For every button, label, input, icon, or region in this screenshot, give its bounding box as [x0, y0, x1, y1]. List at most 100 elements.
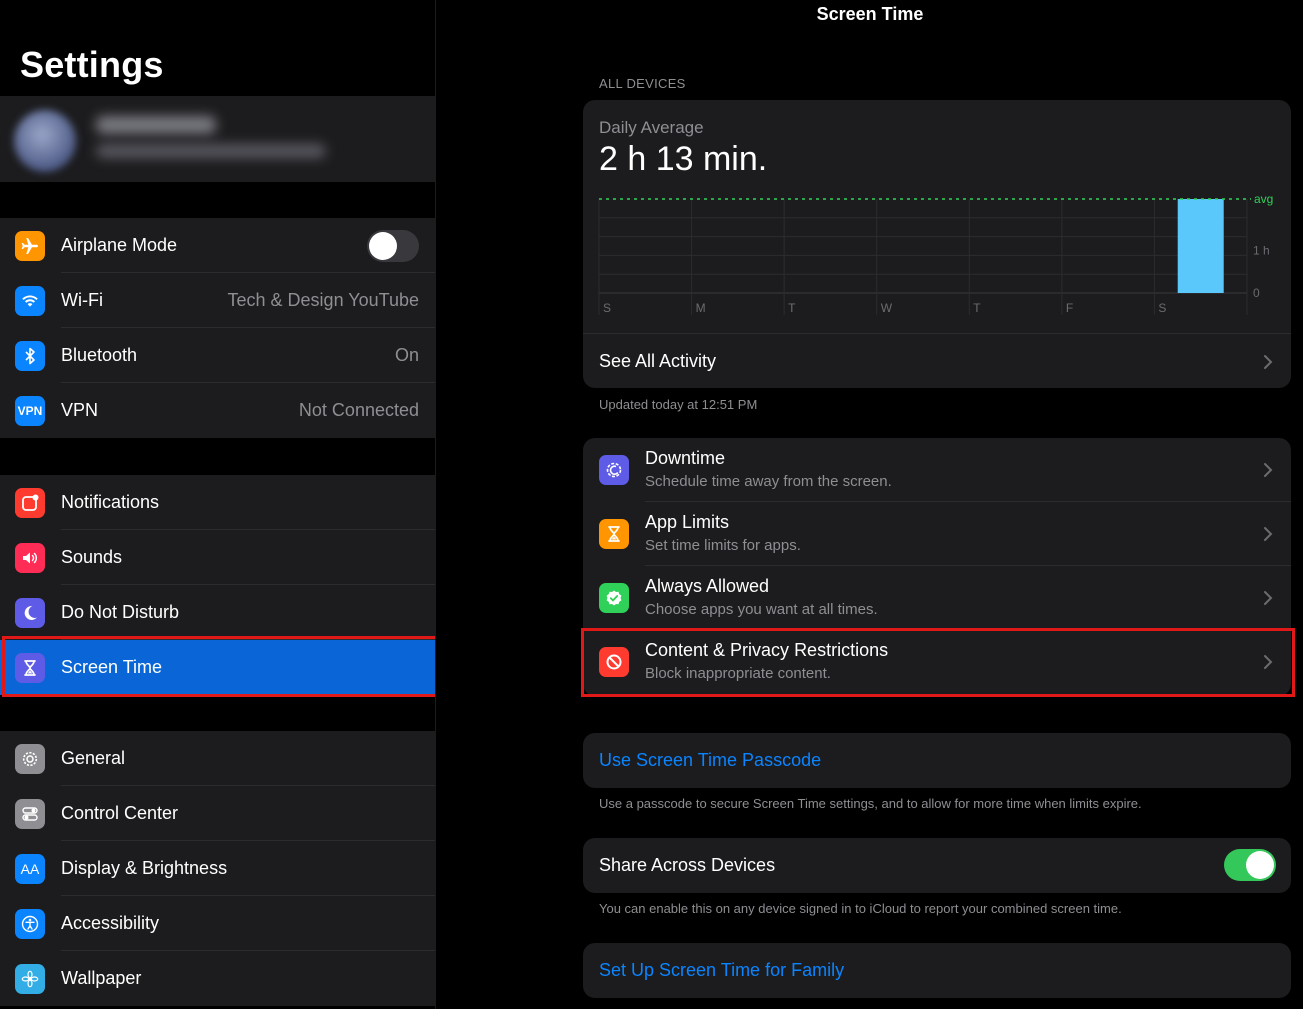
sidebar-item-airplane-mode[interactable]: Airplane Mode [0, 218, 435, 273]
sidebar-item-bluetooth[interactable]: Bluetooth On [0, 328, 435, 383]
share-across-devices-toggle[interactable] [1224, 849, 1276, 881]
option-title: App Limits [645, 512, 730, 532]
passcode-card[interactable]: Use Screen Time Passcode [583, 733, 1291, 788]
airplane-mode-toggle[interactable] [367, 230, 419, 262]
sidebar-item-label: Screen Time [61, 657, 163, 677]
share-across-devices-label: Share Across Devices [599, 855, 776, 875]
sidebar-item-label: Control Center [61, 803, 179, 823]
avatar [14, 110, 76, 172]
option-subtitle: Block inappropriate content. [645, 665, 831, 682]
wifi-network-value: Tech & Design YouTube [227, 290, 419, 310]
chevron-right-icon [1263, 354, 1273, 370]
chart-average-label: avg [1254, 192, 1273, 206]
family-card[interactable]: Set Up Screen Time for Family [583, 943, 1291, 998]
chart-bar [1177, 199, 1224, 293]
screen-time-detail: Screen Time ALL DEVICES Daily Average 2 … [437, 0, 1303, 1009]
chevron-right-icon [1263, 526, 1273, 542]
sidebar-item-label: Sounds [61, 547, 123, 567]
sidebar-item-wifi[interactable]: Wi-Fi Tech & Design YouTube [0, 273, 435, 328]
sidebar-item-display-brightness[interactable]: AA Display & Brightness [0, 841, 435, 896]
apple-id-profile[interactable] [0, 96, 435, 182]
profile-subtitle-blurred [96, 144, 326, 158]
option-title: Always Allowed [645, 576, 770, 596]
chart-x-tick-label: T [788, 301, 796, 315]
sidebar-item-do-not-disturb[interactable]: Do Not Disturb [0, 585, 435, 640]
chart-y-tick-label: 1 h [1253, 244, 1270, 258]
settings-sidebar: Settings Airplane Mode Wi-Fi Tech & Desi… [0, 0, 436, 1009]
sidebar-item-accessibility[interactable]: Accessibility [0, 896, 435, 951]
chart-x-tick-label: S [603, 301, 611, 315]
hourglass-icon [599, 519, 629, 549]
passcode-footnote: Use a passcode to secure Screen Time set… [599, 796, 1142, 811]
no-entry-icon [599, 647, 629, 677]
option-subtitle: Choose apps you want at all times. [645, 601, 878, 618]
use-screen-time-passcode-link[interactable]: Use Screen Time Passcode [599, 733, 821, 788]
chart-x-tick-label: M [696, 301, 706, 315]
option-title: Downtime [645, 448, 726, 468]
option-subtitle: Set time limits for apps. [645, 537, 801, 554]
updated-timestamp: Updated today at 12:51 PM [599, 397, 758, 412]
gear-icon [15, 744, 45, 774]
sidebar-title: Settings [20, 44, 164, 85]
bluetooth-status-value: On [394, 345, 419, 365]
daily-average-card[interactable]: Daily Average 2 h 13 min. S M T W T F Savg 1 h0… [583, 100, 1291, 388]
screen-time-options-card: Downtime Schedule time away from the scr… [583, 438, 1291, 696]
general-group: General Control Center AA Display & Brig… [0, 731, 435, 1006]
text-size-icon: AA [15, 854, 45, 884]
sidebar-item-label: VPN [61, 400, 99, 420]
sidebar-item-label: Wallpaper [61, 968, 142, 988]
see-all-activity-row[interactable]: See All Activity [583, 333, 1291, 388]
chart-x-tick-label: T [973, 301, 981, 315]
share-across-devices-row[interactable]: Share Across Devices [583, 838, 1291, 893]
wifi-icon [15, 286, 45, 316]
sidebar-item-label: Display & Brightness [61, 858, 228, 878]
vpn-status-value: Not Connected [298, 400, 419, 420]
always-allowed-row[interactable]: Always Allowed Choose apps you want at a… [583, 566, 1291, 630]
notifications-group: Notifications Sounds Do Not Disturb Scre… [0, 475, 435, 695]
moon-icon [15, 598, 45, 628]
chart-y-tick-label: 0 [1253, 286, 1260, 300]
downtime-row[interactable]: Downtime Schedule time away from the scr… [583, 438, 1291, 502]
chevron-right-icon [1263, 462, 1273, 478]
vpn-icon: VPN [15, 396, 45, 426]
sidebar-item-label: Do Not Disturb [61, 602, 180, 622]
chevron-right-icon [1263, 654, 1273, 670]
chart-x-tick-label: W [881, 301, 893, 315]
sidebar-item-label: Notifications [61, 492, 160, 512]
weekly-usage-chart: S M T W T F Savg 1 h 0 [598, 192, 1273, 315]
app-limits-row[interactable]: App Limits Set time limits for apps. [583, 502, 1291, 566]
chevron-right-icon [1263, 590, 1273, 606]
profile-name-blurred [96, 116, 216, 134]
section-header-all-devices: ALL DEVICES [599, 76, 686, 91]
share-footnote: You can enable this on any device signed… [599, 901, 1122, 916]
checkmark-badge-icon [599, 583, 629, 613]
chart-x-tick-label: S [1158, 301, 1166, 315]
sidebar-item-label: Accessibility [61, 913, 160, 933]
speaker-icon [15, 543, 45, 573]
content-privacy-restrictions-row[interactable]: Content & Privacy Restrictions Block ina… [583, 630, 1291, 694]
sidebar-item-label: Wi-Fi [61, 290, 103, 310]
sidebar-item-screen-time[interactable]: Screen Time [0, 640, 435, 695]
sidebar-item-wallpaper[interactable]: Wallpaper [0, 951, 435, 1006]
chart-x-tick-label: F [1066, 301, 1073, 315]
switches-icon [15, 799, 45, 829]
connectivity-group: Airplane Mode Wi-Fi Tech & Design YouTub… [0, 218, 435, 438]
set-up-family-link[interactable]: Set Up Screen Time for Family [599, 943, 844, 998]
accessibility-icon [15, 909, 45, 939]
option-subtitle: Schedule time away from the screen. [645, 473, 892, 490]
flower-icon [15, 964, 45, 994]
sidebar-item-label: Airplane Mode [61, 235, 178, 255]
downtime-icon [599, 455, 629, 485]
sidebar-item-label: General [61, 748, 126, 768]
sidebar-item-general[interactable]: General [0, 731, 435, 786]
sidebar-item-sounds[interactable]: Sounds [0, 530, 435, 585]
notifications-icon [15, 488, 45, 518]
airplane-icon [15, 231, 45, 261]
option-title: Content & Privacy Restrictions [645, 640, 889, 660]
sidebar-item-notifications[interactable]: Notifications [0, 475, 435, 530]
sidebar-item-control-center[interactable]: Control Center [0, 786, 435, 841]
bluetooth-icon [15, 341, 45, 371]
sidebar-item-label: Bluetooth [61, 345, 138, 365]
sidebar-item-vpn[interactable]: VPN VPN Not Connected [0, 383, 435, 438]
see-all-activity-label: See All Activity [599, 351, 717, 371]
